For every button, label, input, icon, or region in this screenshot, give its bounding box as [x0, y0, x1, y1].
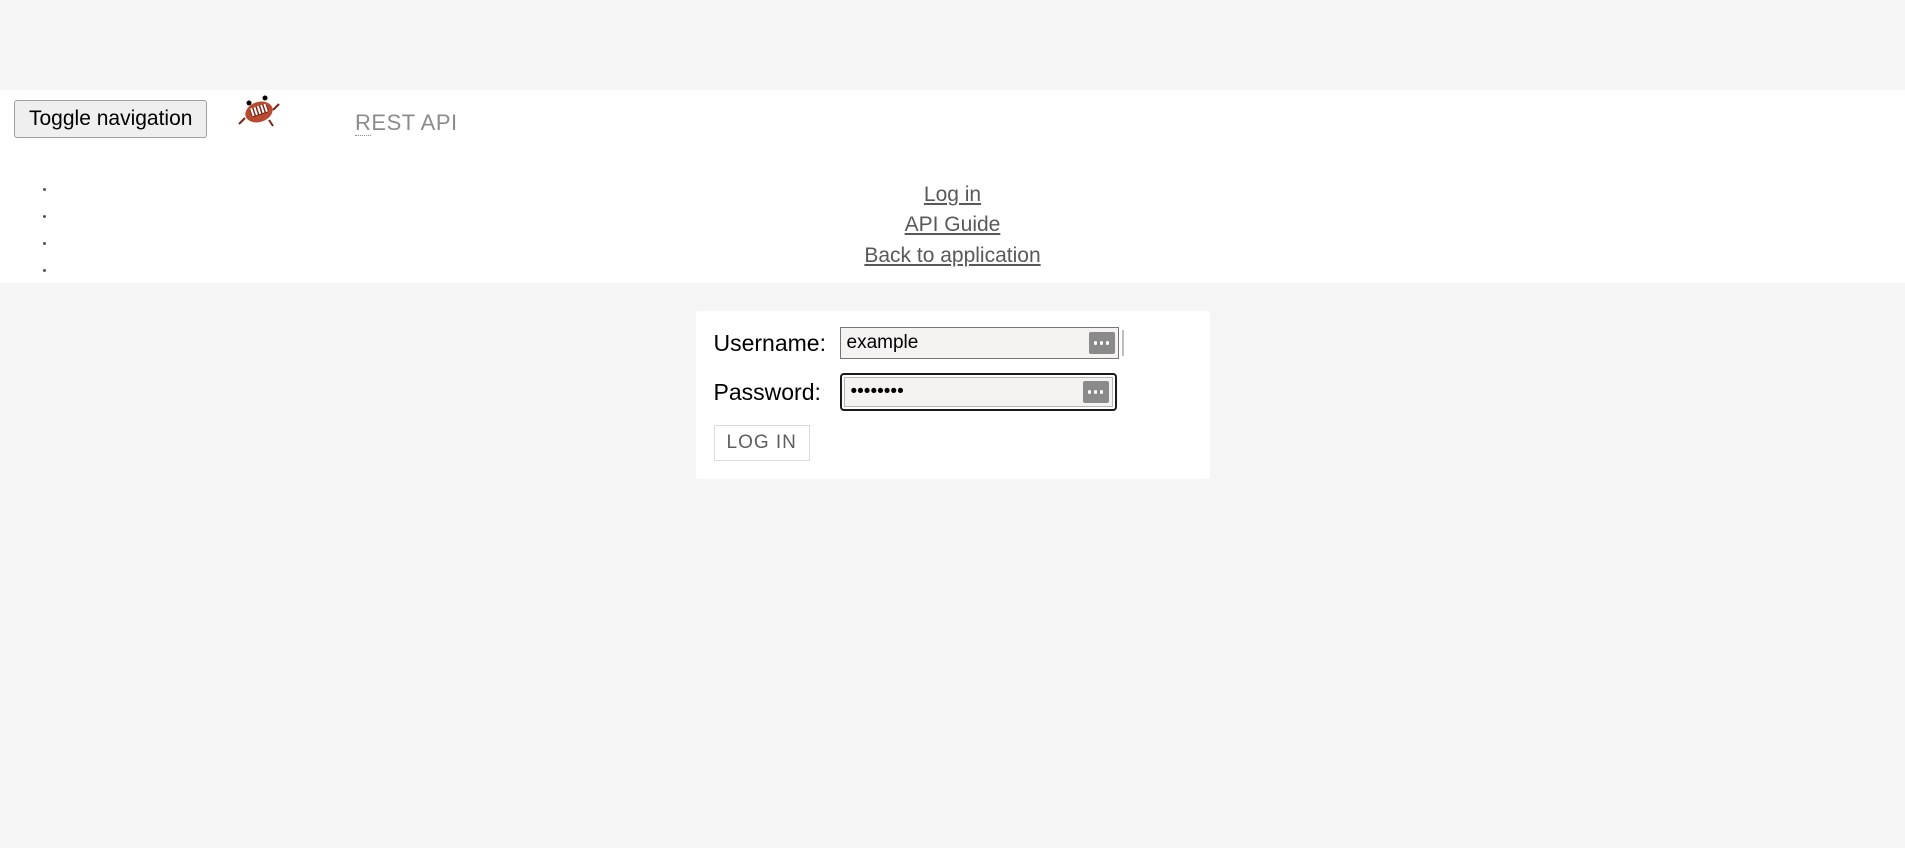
nav-links: Log in API Guide Back to application: [0, 180, 1905, 271]
password-label: Password:: [714, 379, 840, 406]
nav-link-back[interactable]: Back to application: [0, 241, 1905, 270]
username-label: Username:: [714, 330, 840, 357]
toggle-navigation-button[interactable]: Toggle navigation: [14, 100, 207, 138]
brand-logo-icon: [235, 88, 283, 133]
login-form-card: Username: Password: LOG IN: [696, 311, 1210, 479]
credential-icon: [1083, 381, 1109, 403]
password-input[interactable]: [844, 377, 1113, 407]
credential-icon: [1089, 332, 1115, 354]
login-submit-button[interactable]: LOG IN: [714, 425, 810, 461]
username-input[interactable]: [840, 327, 1119, 359]
brand-title: REST API: [355, 110, 458, 136]
nav-link-api-guide[interactable]: API Guide: [0, 210, 1905, 239]
navbar: Toggle navigation REST API Log in API Gu…: [0, 90, 1905, 283]
nav-link-login[interactable]: Log in: [0, 180, 1905, 209]
